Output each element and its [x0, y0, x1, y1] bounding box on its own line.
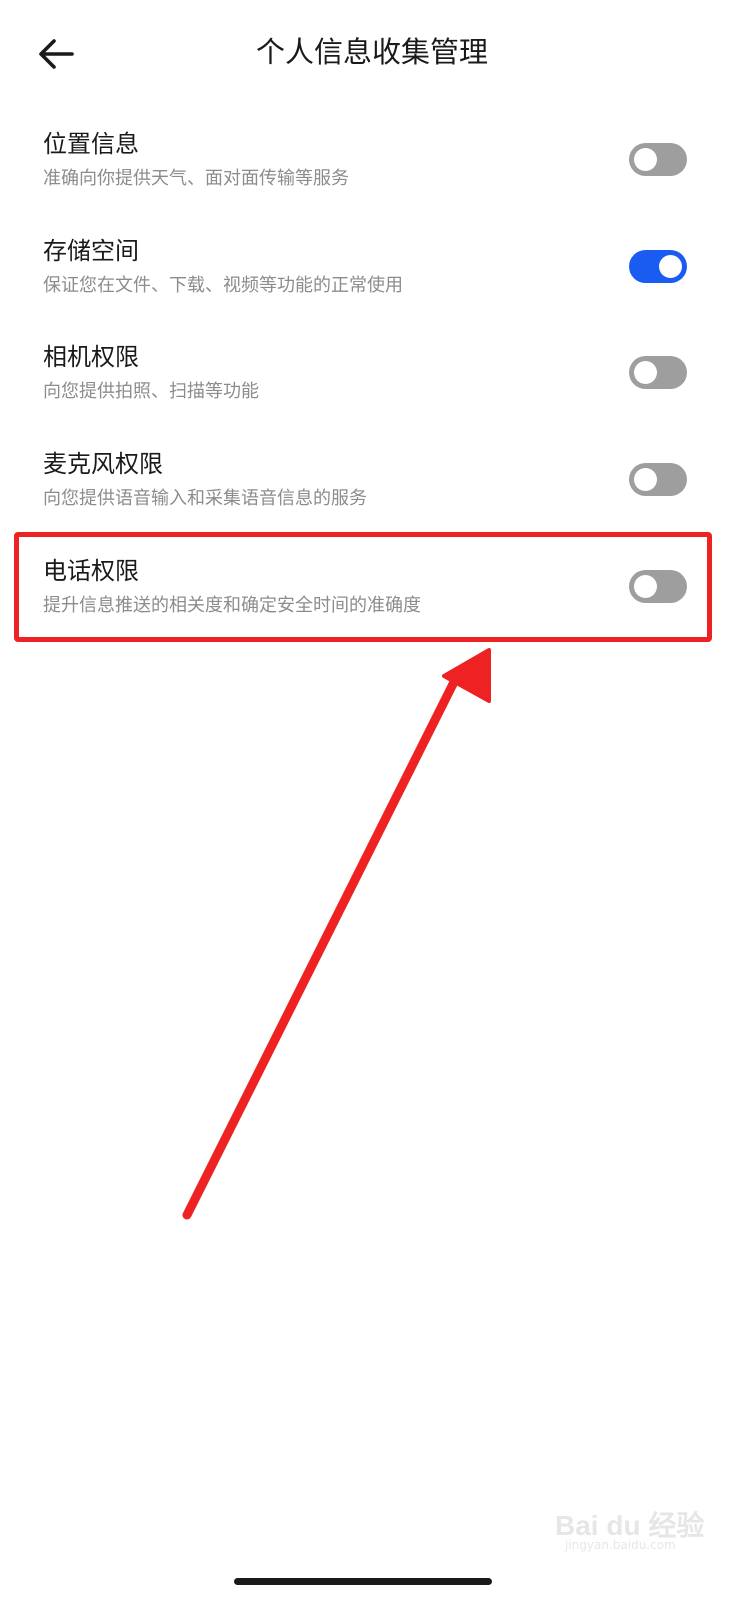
setting-title: 存储空间	[43, 237, 139, 265]
setting-description: 保证您在文件、下载、视频等功能的正常使用	[43, 275, 403, 296]
camera-toggle[interactable]	[629, 356, 687, 389]
setting-row-phone: 电话权限 提升信息推送的相关度和确定安全时间的准确度	[0, 554, 744, 661]
home-indicator[interactable]	[234, 1578, 492, 1585]
location-toggle[interactable]	[629, 143, 687, 176]
toggle-knob	[634, 148, 657, 171]
setting-description: 准确向你提供天气、面对面传输等服务	[43, 168, 349, 189]
setting-row-location: 位置信息 准确向你提供天气、面对面传输等服务	[0, 127, 744, 234]
phone-toggle[interactable]	[629, 570, 687, 603]
setting-title: 相机权限	[43, 343, 139, 371]
setting-title: 麦克风权限	[43, 450, 163, 478]
toggle-knob	[634, 361, 657, 384]
microphone-toggle[interactable]	[629, 463, 687, 496]
setting-row-camera: 相机权限 向您提供拍照、扫描等功能	[0, 340, 744, 447]
setting-row-microphone: 麦克风权限 向您提供语音输入和采集语音信息的服务	[0, 447, 744, 554]
setting-description: 提升信息推送的相关度和确定安全时间的准确度	[43, 595, 421, 616]
setting-description: 向您提供语音输入和采集语音信息的服务	[43, 488, 367, 509]
toggle-knob	[659, 255, 682, 278]
storage-toggle[interactable]	[629, 250, 687, 283]
screen: 个人信息收集管理 位置信息 准确向你提供天气、面对面传输等服务 存储空间 保证您…	[0, 0, 744, 1600]
setting-title: 电话权限	[43, 557, 139, 585]
watermark: Bai du 经验 jingyan.baidu.com	[555, 1492, 715, 1552]
toggle-knob	[634, 575, 657, 598]
page-title: 个人信息收集管理	[255, 35, 488, 69]
top-bar: 个人信息收集管理	[0, 0, 744, 110]
toggle-knob	[634, 468, 657, 491]
setting-row-storage: 存储空间 保证您在文件、下载、视频等功能的正常使用	[0, 234, 744, 341]
setting-title: 位置信息	[43, 130, 139, 158]
setting-description: 向您提供拍照、扫描等功能	[43, 381, 259, 402]
watermark-url: jingyan.baidu.com	[565, 1538, 676, 1552]
